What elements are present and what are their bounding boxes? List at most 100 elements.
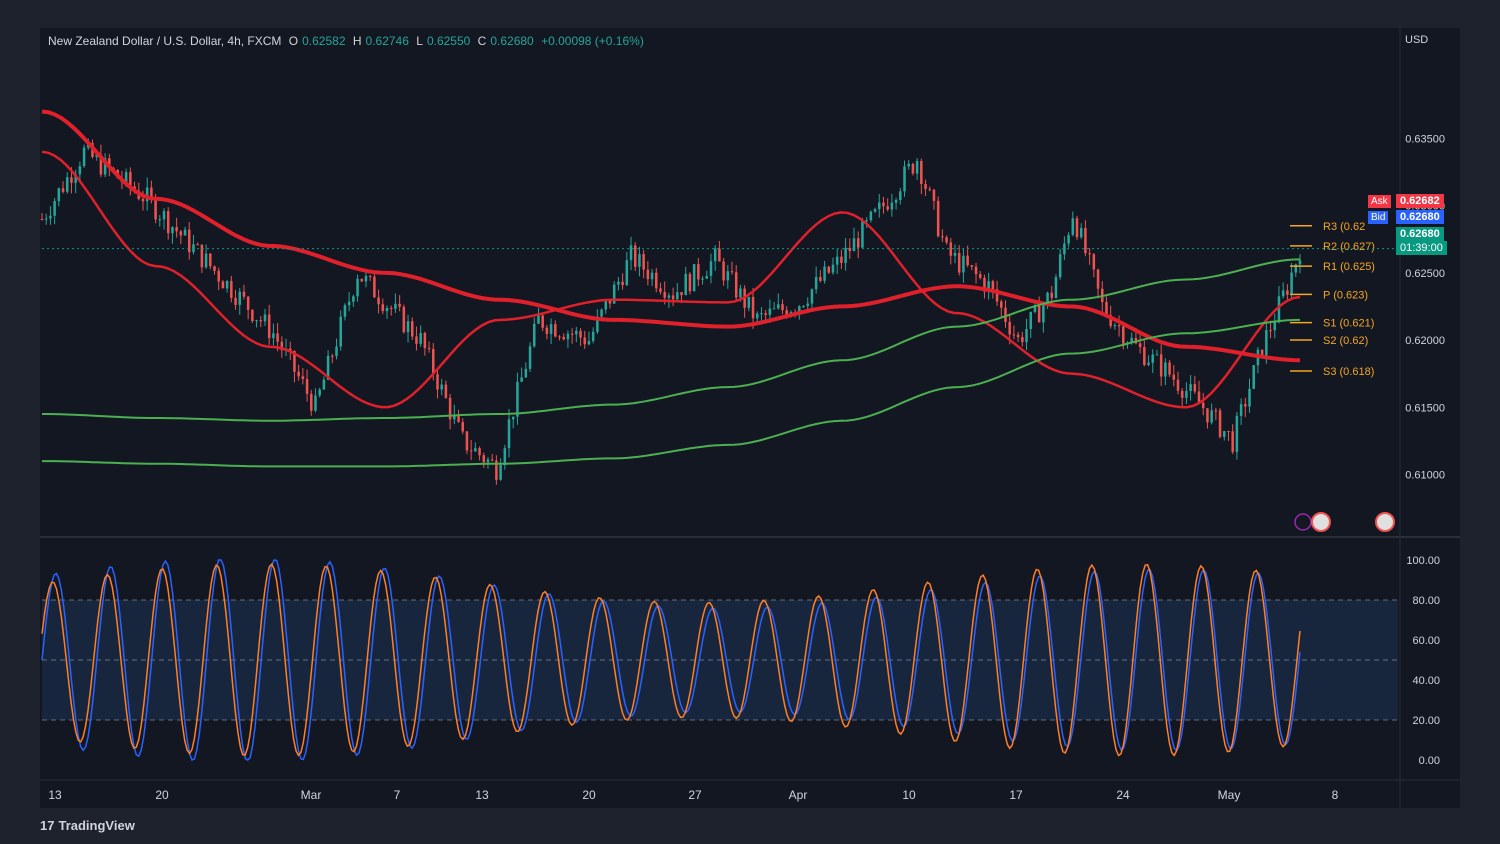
candle-body	[141, 198, 145, 202]
candle-body	[213, 266, 216, 271]
candle-body	[389, 307, 393, 309]
candle-body	[322, 379, 326, 390]
candle-body	[461, 421, 464, 432]
candle-body	[911, 163, 915, 174]
candle-body	[1281, 290, 1285, 297]
candle-body	[478, 448, 481, 456]
candle-body	[331, 355, 334, 357]
pivot-level-label: R3 (0.62	[1323, 221, 1365, 233]
price-tick-label: 0.61500	[1405, 402, 1445, 414]
candle-body	[507, 419, 511, 449]
candle-body	[1147, 362, 1150, 365]
candle-body	[680, 292, 683, 296]
candle-body	[558, 336, 561, 338]
candle-body	[856, 238, 860, 248]
candle-body	[524, 368, 528, 378]
pivot-level-label: R2 (0.627)	[1323, 241, 1375, 253]
candle-body	[646, 269, 650, 280]
candle-body	[861, 220, 864, 248]
candle-body	[701, 278, 704, 280]
candle-body	[907, 163, 910, 167]
pivot-level-label: S1 (0.621)	[1323, 318, 1374, 330]
price-tick-label: 0.63500	[1405, 133, 1445, 145]
candle-body	[1269, 330, 1272, 332]
candle-body	[621, 281, 624, 286]
candle-body	[1201, 402, 1205, 409]
ask-label: Ask	[1368, 195, 1391, 208]
oscillator-tick-label: 80.00	[1412, 595, 1440, 607]
candle-body	[718, 248, 721, 262]
brand-name: TradingView	[58, 818, 135, 833]
candle-body	[335, 346, 338, 357]
candle-body	[962, 255, 965, 273]
candle-body	[941, 236, 944, 238]
candle-body	[251, 309, 254, 322]
price-tick-label: 0.62500	[1405, 268, 1445, 280]
high-label: H	[352, 34, 362, 48]
time-tick-label: 20	[582, 788, 596, 802]
candle-body	[966, 255, 969, 266]
candle-body	[676, 292, 679, 300]
moving-average-line	[42, 318, 1301, 468]
lightning-icon	[1294, 513, 1312, 531]
candle-body	[1273, 322, 1277, 331]
candle-body	[516, 381, 519, 417]
candle-body	[970, 265, 974, 267]
candle-body	[840, 256, 843, 263]
candle-body	[835, 256, 839, 265]
candle-body	[659, 288, 662, 293]
candle-body	[267, 314, 271, 339]
oscillator-tick-label: 0.00	[1419, 755, 1440, 767]
candle-body	[533, 323, 536, 347]
time-tick-label: Apr	[789, 788, 808, 802]
candle-body	[242, 291, 246, 297]
candle-body	[814, 276, 818, 290]
candle-body	[486, 459, 490, 463]
candle-body	[394, 303, 397, 309]
candle-body	[747, 296, 751, 308]
candle-body	[339, 316, 342, 347]
candle-body	[465, 431, 469, 451]
candle-body	[873, 209, 877, 212]
candle-body	[310, 393, 313, 411]
oscillator-tick-label: 40.00	[1412, 675, 1440, 687]
candle-body	[549, 324, 553, 334]
candle-body	[520, 377, 523, 382]
candle-body	[1248, 388, 1251, 407]
pivot-level-label: P (0.623)	[1323, 289, 1368, 301]
candle-body	[697, 264, 700, 280]
chart-svg[interactable]: 0.635000.630000.625000.620000.615000.610…	[0, 0, 1500, 844]
candle-body	[692, 264, 696, 292]
candle-body	[490, 459, 494, 461]
candle-body	[373, 276, 376, 298]
candle-body	[655, 272, 658, 289]
time-tick-label: 7	[394, 788, 401, 802]
last-price-tag: 0.62680	[1396, 227, 1444, 241]
candle-body	[1021, 337, 1024, 343]
candle-body	[503, 448, 507, 465]
candle-body	[583, 337, 587, 345]
candle-body	[953, 252, 957, 256]
candle-body	[1180, 390, 1184, 398]
low-value: 0.62550	[426, 34, 471, 48]
candle-body	[667, 295, 671, 298]
candle-body	[1092, 254, 1096, 270]
candle-body	[49, 215, 52, 219]
candle-body	[1286, 290, 1289, 295]
tradingview-icon: 17	[40, 818, 55, 833]
candle-body	[709, 261, 713, 276]
candle-body	[936, 200, 940, 237]
candle-body	[57, 188, 61, 202]
candle-body	[1214, 410, 1218, 412]
candle-body	[1000, 301, 1003, 308]
tradingview-logo[interactable]: 17 TradingView	[40, 818, 135, 833]
candle-body	[1029, 311, 1032, 330]
candle-body	[629, 245, 633, 261]
candle-body	[928, 188, 932, 190]
candle-body	[259, 320, 263, 322]
candle-body	[1008, 322, 1011, 335]
candle-body	[591, 331, 595, 341]
candle-body	[221, 281, 225, 289]
currency-label[interactable]: USD	[1405, 34, 1428, 46]
candle-body	[364, 275, 368, 282]
